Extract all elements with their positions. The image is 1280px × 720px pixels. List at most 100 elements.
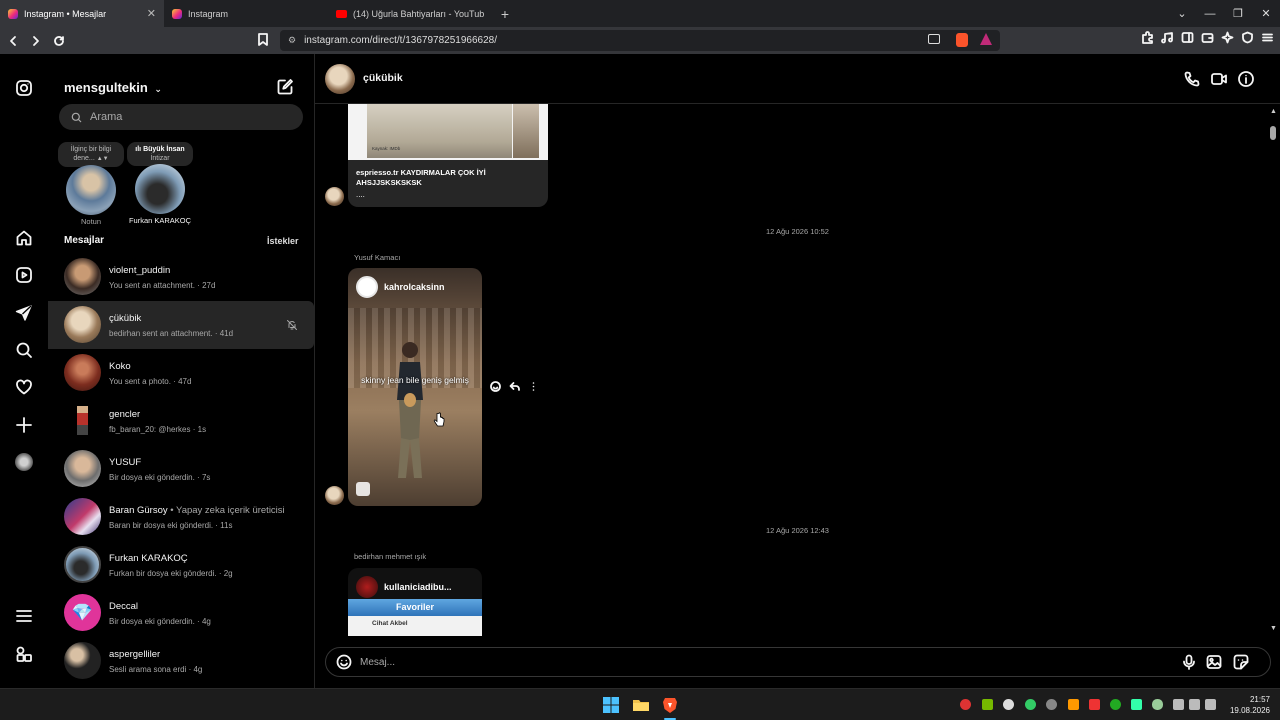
create-plus-icon[interactable] <box>15 416 33 434</box>
note-arrows-icon: ▲▼ <box>96 156 109 162</box>
youtube-favicon-icon <box>336 9 347 18</box>
more-options-icon[interactable] <box>528 381 539 392</box>
reload-button[interactable] <box>49 31 69 51</box>
conversation-row[interactable]: violent_puddin You sent an attachment. ·… <box>48 253 314 301</box>
sticker-icon[interactable] <box>1233 654 1249 670</box>
reply-icon[interactable] <box>509 381 520 392</box>
conversation-info-icon[interactable] <box>1237 70 1255 88</box>
file-explorer-icon[interactable] <box>632 696 650 714</box>
bookmark-icon[interactable] <box>258 33 270 47</box>
system-clock[interactable]: 21:57 19.08.2026 <box>1230 694 1270 716</box>
extensions-icon[interactable] <box>1141 31 1154 44</box>
conversation-tagline: • Yapay zeka içerik üreticisi <box>170 505 285 516</box>
brave-shields-icon[interactable] <box>956 33 968 47</box>
back-button[interactable] <box>3 31 23 51</box>
tray-app-icon[interactable] <box>1046 699 1057 710</box>
tray-app-icon[interactable] <box>1003 699 1014 710</box>
instagram-logo-icon[interactable] <box>15 79 33 97</box>
tab-youtube[interactable]: (14) Uğurla Bahtiyarları - YouTube <box>328 0 492 27</box>
restore-icon[interactable]: ❐ <box>1224 7 1252 20</box>
conversation-row[interactable]: Furkan KARAKOÇ Furkan bir dosya eki gönd… <box>48 541 314 589</box>
tray-app-icon[interactable] <box>1089 699 1100 710</box>
add-photo-icon[interactable] <box>1206 654 1222 670</box>
cast-icon[interactable] <box>928 34 940 44</box>
site-info-icon[interactable]: ⚙ <box>288 35 296 46</box>
emoji-picker-icon[interactable] <box>336 654 352 670</box>
volume-icon[interactable] <box>1189 699 1200 710</box>
conversation-row[interactable]: aspergelliler Sesli arama sona erdi · 4g <box>48 637 314 685</box>
search-icon <box>71 112 82 122</box>
scrollbar-thumb[interactable] <box>1270 126 1276 140</box>
vpn-shield-icon[interactable] <box>1241 31 1254 44</box>
conversation-row-selected[interactable]: çükübik bedirhan sent an attachment. · 4… <box>48 301 314 349</box>
threads-apps-icon[interactable] <box>15 645 33 663</box>
wallet-icon[interactable] <box>1201 31 1214 44</box>
notifications-heart-icon[interactable] <box>15 378 33 396</box>
nvidia-tray-icon[interactable] <box>982 699 993 710</box>
sender-avatar[interactable] <box>325 187 344 206</box>
tab-close-icon[interactable]: ✕ <box>147 7 156 20</box>
shared-post-card[interactable]: Kaynak: IMDb espriesso.tr KAYDIRMALAR ÇO… <box>348 104 548 207</box>
new-tab-button[interactable]: + <box>492 0 518 27</box>
conversation-row[interactable]: YUSUF Bir dosya eki gönderdin. · 7s <box>48 445 314 493</box>
battery-icon[interactable] <box>1205 699 1216 710</box>
tab-instagram-messages[interactable]: Instagram • Mesajlar ✕ <box>0 0 164 27</box>
windows-start-icon[interactable] <box>602 696 620 714</box>
reels-icon[interactable] <box>15 266 33 284</box>
video-call-icon[interactable] <box>1210 70 1228 88</box>
avatar <box>64 306 101 343</box>
home-icon[interactable] <box>15 229 33 247</box>
message-composer[interactable]: Mesaj... <box>325 647 1271 677</box>
shared-reel[interactable]: kullaniciadibu... Favoriler Cihat Akbel <box>348 568 482 636</box>
conversation-row[interactable]: 💎 Deccal Bir dosya eki gönderdin. · 4g <box>48 589 314 637</box>
react-emoji-icon[interactable] <box>490 381 501 392</box>
sender-avatar[interactable] <box>325 486 344 505</box>
reel-author-avatar <box>356 576 378 598</box>
forward-button[interactable] <box>26 31 46 51</box>
close-icon[interactable]: ✕ <box>1252 7 1280 20</box>
chevron-down-icon[interactable]: ⌄ <box>1168 7 1196 20</box>
conversation-row[interactable]: Baran Gürsoy • Yapay zeka içerik üretici… <box>48 493 314 541</box>
tab-instagram[interactable]: Instagram <box>164 0 328 27</box>
tray-app-icon[interactable] <box>1068 699 1079 710</box>
thread-avatar[interactable] <box>325 64 355 94</box>
thread-scrollbar[interactable]: ▲ ▼ <box>1266 104 1280 638</box>
more-menu-icon[interactable] <box>15 607 33 625</box>
microphone-tray-icon[interactable] <box>1152 699 1163 710</box>
tray-app-icon[interactable] <box>1110 699 1121 710</box>
tray-app-icon[interactable] <box>960 699 971 710</box>
network-icon[interactable] <box>1173 699 1184 710</box>
voice-message-icon[interactable] <box>1181 654 1197 670</box>
conversation-name: YUSUF <box>109 457 142 468</box>
requests-link[interactable]: İstekler <box>267 236 299 246</box>
direct-messages-icon[interactable] <box>15 304 33 322</box>
friend-note[interactable]: ılı Büyük İnsan İntizar Furkan KARAKOÇ <box>127 142 193 225</box>
security-tray-icon[interactable] <box>1131 699 1142 710</box>
brave-rewards-icon[interactable] <box>980 33 992 45</box>
search-icon[interactable] <box>15 341 33 359</box>
menu-icon[interactable] <box>1261 31 1274 44</box>
new-message-icon[interactable] <box>276 78 294 96</box>
my-note[interactable]: İlginç bir bilgi dene... ▲▼ Notun <box>58 142 124 226</box>
search-input[interactable]: Arama <box>59 104 303 130</box>
scroll-down-icon[interactable]: ▼ <box>1270 625 1277 632</box>
conversation-name: Deccal <box>109 601 139 612</box>
scroll-up-icon[interactable]: ▲ <box>1270 108 1277 115</box>
leo-ai-icon[interactable] <box>1221 31 1234 44</box>
brave-browser-icon[interactable] <box>661 696 679 714</box>
minimize-icon[interactable]: — <box>1196 8 1224 20</box>
profile-avatar[interactable] <box>15 453 33 471</box>
media-icon[interactable] <box>1161 31 1174 44</box>
account-switcher[interactable]: mensgultekin ⌄ <box>64 80 162 95</box>
conversation-row[interactable]: Koko You sent a photo. · 47d <box>48 349 314 397</box>
address-bar[interactable]: ⚙ instagram.com/direct/t/136797825196662… <box>280 30 1000 51</box>
note-bubble: ılı Büyük İnsan İntizar <box>127 142 193 166</box>
conversation-row[interactable]: gencler fb_baran_20: @herkes · 1s <box>48 397 314 445</box>
shared-reel[interactable]: kahrolcaksinn skinny jean bile geniş gel… <box>348 268 482 506</box>
thread-title[interactable]: çükübik <box>363 72 403 84</box>
audio-call-icon[interactable] <box>1183 70 1201 88</box>
reel-favorites-title: Favoriler <box>395 602 435 612</box>
clock-date: 19.08.2026 <box>1229 706 1270 715</box>
sidebar-icon[interactable] <box>1181 31 1194 44</box>
tray-app-icon[interactable] <box>1025 699 1036 710</box>
